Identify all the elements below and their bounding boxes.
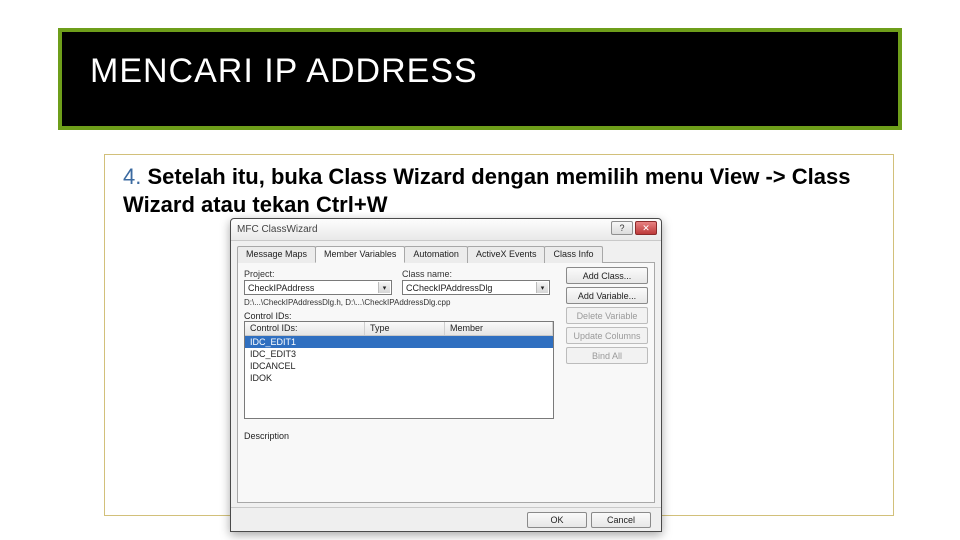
- instruction-text: 4. Setelah itu, buka Class Wizard dengan…: [123, 163, 875, 218]
- slide-title: MENCARI IP ADDRESS: [90, 52, 870, 91]
- bind-all-button[interactable]: Bind All: [566, 347, 648, 364]
- class-wizard-dialog: MFC ClassWizard ? ✕ Message Maps Member …: [230, 218, 662, 532]
- class-name-label: Class name:: [402, 269, 550, 279]
- description-label: Description: [244, 431, 554, 441]
- close-button[interactable]: ✕: [635, 221, 657, 235]
- tab-message-maps[interactable]: Message Maps: [237, 246, 316, 263]
- class-name-combobox[interactable]: CCheckIPAddressDlg ▾: [402, 280, 550, 295]
- instruction-content: Setelah itu, buka Class Wizard dengan me…: [123, 164, 850, 217]
- list-header: Control IDs: Type Member: [245, 322, 553, 336]
- dialog-title: MFC ClassWizard: [237, 224, 318, 235]
- file-path-line: D:\...\CheckIPAddressDlg.h, D:\...\Check…: [244, 298, 554, 307]
- window-controls: ? ✕: [611, 221, 657, 235]
- dialog-bottom-bar: OK Cancel: [231, 507, 661, 531]
- help-button[interactable]: ?: [611, 221, 633, 235]
- cancel-button[interactable]: Cancel: [591, 512, 651, 528]
- chevron-down-icon: ▾: [378, 282, 390, 293]
- update-columns-button[interactable]: Update Columns: [566, 327, 648, 344]
- tab-automation[interactable]: Automation: [404, 246, 468, 263]
- chevron-down-icon: ▾: [536, 282, 548, 293]
- col-type: Type: [365, 322, 445, 335]
- control-ids-label: Control IDs:: [244, 311, 292, 321]
- class-name-value: CCheckIPAddressDlg: [406, 283, 492, 293]
- slide-header: MENCARI IP ADDRESS: [58, 28, 902, 130]
- tab-panel: Project: CheckIPAddress ▾ Class name: CC…: [237, 263, 655, 503]
- ok-button[interactable]: OK: [527, 512, 587, 528]
- col-control-ids: Control IDs:: [245, 322, 365, 335]
- tab-strip: Message Maps Member Variables Automation…: [237, 245, 655, 263]
- step-number: 4.: [123, 164, 141, 189]
- dialog-content: Message Maps Member Variables Automation…: [237, 245, 655, 503]
- project-value: CheckIPAddress: [248, 283, 314, 293]
- list-item[interactable]: IDC_EDIT1: [245, 336, 553, 348]
- panel-left: Project: CheckIPAddress ▾ Class name: CC…: [244, 269, 554, 482]
- project-combobox[interactable]: CheckIPAddress ▾: [244, 280, 392, 295]
- project-label: Project:: [244, 269, 392, 279]
- col-member: Member: [445, 322, 553, 335]
- dialog-titlebar: MFC ClassWizard ? ✕: [231, 219, 661, 241]
- list-item[interactable]: IDCANCEL: [245, 360, 553, 372]
- add-class-button[interactable]: Add Class...: [566, 267, 648, 284]
- tab-member-variables[interactable]: Member Variables: [315, 246, 405, 263]
- add-variable-button[interactable]: Add Variable...: [566, 287, 648, 304]
- list-item[interactable]: IDC_EDIT3: [245, 348, 553, 360]
- panel-right: Add Class... Add Variable... Delete Vari…: [566, 267, 648, 367]
- control-ids-list[interactable]: Control IDs: Type Member IDC_EDIT1 IDC_E…: [244, 321, 554, 419]
- tab-class-info[interactable]: Class Info: [544, 246, 602, 263]
- tab-activex-events[interactable]: ActiveX Events: [467, 246, 546, 263]
- list-item[interactable]: IDOK: [245, 372, 553, 384]
- delete-variable-button[interactable]: Delete Variable: [566, 307, 648, 324]
